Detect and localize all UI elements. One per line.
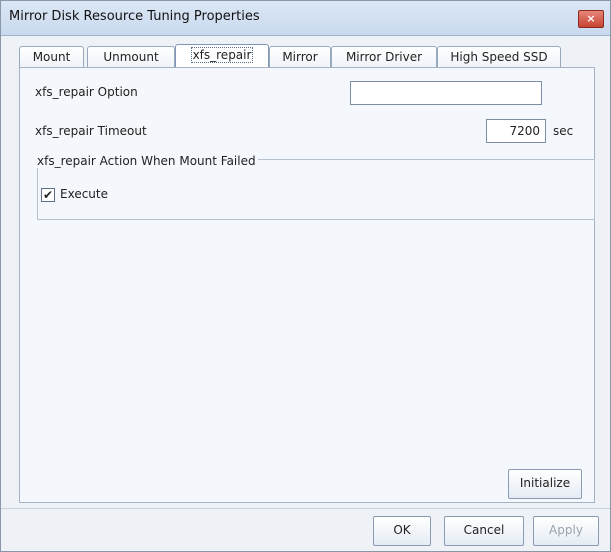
mount-failed-group <box>37 159 595 220</box>
tab-mirror[interactable]: Mirror <box>269 46 331 68</box>
apply-button[interactable]: Apply <box>533 516 599 546</box>
tab-label: Mirror <box>282 50 318 64</box>
execute-label: Execute <box>60 187 108 201</box>
execute-checkbox[interactable]: ✔ <box>41 188 55 202</box>
group-title: xfs_repair Action When Mount Failed <box>35 154 258 168</box>
ok-button[interactable]: OK <box>373 516 431 546</box>
title-bar: Mirror Disk Resource Tuning Properties × <box>1 1 610 36</box>
tab-label: xfs_repair <box>190 47 254 63</box>
tab-mount[interactable]: Mount <box>19 46 84 68</box>
cancel-button[interactable]: Cancel <box>444 516 524 546</box>
tab-label: Mirror Driver <box>345 50 423 64</box>
xfs-repair-option-label: xfs_repair Option <box>35 85 138 99</box>
window-title: Mirror Disk Resource Tuning Properties <box>9 9 260 24</box>
xfs-repair-option-input[interactable] <box>350 81 542 105</box>
tab-mirror-driver[interactable]: Mirror Driver <box>331 46 437 68</box>
tab-unmount[interactable]: Unmount <box>87 46 175 68</box>
initialize-button[interactable]: Initialize <box>508 469 582 499</box>
xfs-repair-timeout-label: xfs_repair Timeout <box>35 124 147 138</box>
tuning-properties-dialog: Mirror Disk Resource Tuning Properties ×… <box>0 0 611 552</box>
tab-label: Unmount <box>103 50 159 64</box>
tab-panel: xfs_repair Option xfs_repair Timeout 720… <box>19 67 595 503</box>
tab-high-speed-ssd[interactable]: High Speed SSD <box>437 46 561 68</box>
tab-label: Mount <box>32 50 71 64</box>
xfs-repair-timeout-input[interactable]: 7200 <box>486 119 546 143</box>
tab-xfs-repair[interactable]: xfs_repair <box>175 44 269 69</box>
close-button[interactable]: × <box>578 10 604 28</box>
timeout-unit: sec <box>553 124 574 138</box>
tab-label: High Speed SSD <box>450 50 548 64</box>
footer-divider <box>1 508 610 509</box>
